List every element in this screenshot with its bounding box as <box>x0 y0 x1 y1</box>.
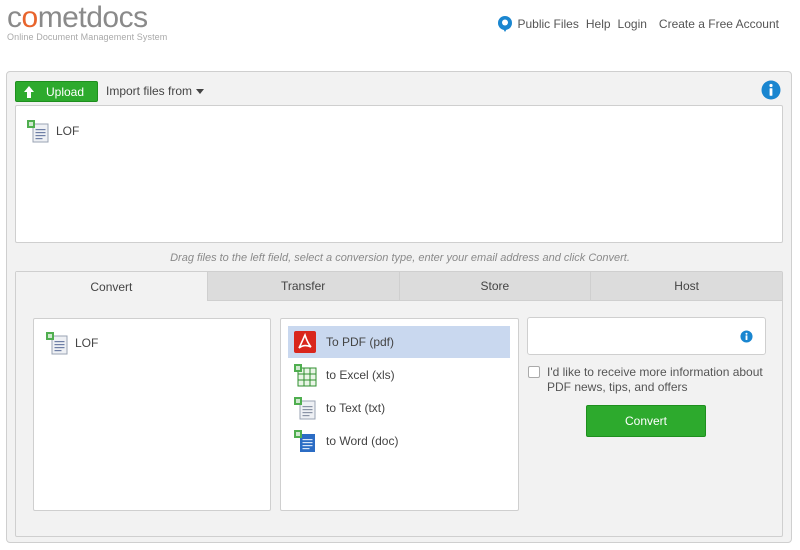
text-icon <box>294 397 316 420</box>
instructions-hint: Drag files to the left field, select a c… <box>170 252 630 264</box>
word-icon <box>294 430 315 452</box>
info-icon[interactable] <box>761 80 781 100</box>
file-name: LOF <box>75 336 99 350</box>
optin-checkbox[interactable] <box>528 366 540 378</box>
top-nav: Public Files Help Login Create a Free Ac… <box>497 16 779 32</box>
logo-tagline: Online Document Management System <box>7 32 168 42</box>
main-panel: Upload Import files from LOF Drag files … <box>6 71 792 543</box>
public-files-link[interactable]: Public Files <box>518 17 579 31</box>
info-icon[interactable] <box>740 330 753 343</box>
selected-files-list[interactable]: LOF <box>33 318 271 511</box>
import-label: Import files from <box>106 84 193 98</box>
tabs-panel: Convert Transfer Store Host LOF To PDF (… <box>15 271 783 537</box>
conversion-option-pdf[interactable]: To PDF (pdf) <box>288 326 510 358</box>
login-link[interactable]: Login <box>618 17 647 31</box>
email-field-wrapper <box>527 317 766 355</box>
newsletter-optin: I'd like to receive more information abo… <box>528 365 768 395</box>
create-account-link[interactable]: Create a Free Account <box>659 17 779 31</box>
caret-down-icon <box>196 88 205 94</box>
upload-label: Upload <box>46 84 85 99</box>
conversion-label: to Text (txt) <box>326 401 386 415</box>
help-link[interactable]: Help <box>586 17 611 31</box>
conversion-label: To PDF (pdf) <box>326 335 395 349</box>
excel-icon <box>294 364 317 387</box>
conversion-option-text[interactable]: to Text (txt) <box>288 392 510 424</box>
conversion-label: to Excel (xls) <box>326 368 395 382</box>
conversion-option-excel[interactable]: to Excel (xls) <box>288 359 510 391</box>
file-item[interactable]: LOF <box>26 119 79 143</box>
convert-button[interactable]: Convert <box>586 405 706 437</box>
email-field[interactable] <box>528 318 728 352</box>
logo-text: cometdocs <box>7 1 148 34</box>
tab-transfer[interactable]: Transfer <box>206 272 399 301</box>
conversion-label: to Word (doc) <box>326 434 399 448</box>
conversion-type-list: To PDF (pdf) to Excel (xls) to Text (txt… <box>280 318 519 511</box>
conversion-option-word[interactable]: to Word (doc) <box>288 425 510 457</box>
upload-dropzone[interactable]: LOF <box>15 105 783 243</box>
upload-button[interactable]: Upload <box>15 81 98 102</box>
tab-host[interactable]: Host <box>590 272 782 301</box>
tab-convert[interactable]: Convert <box>16 272 207 301</box>
cometdocs-logo[interactable]: cometdocs Online Document Management Sys… <box>7 1 168 43</box>
document-file-icon <box>46 332 68 355</box>
optin-label[interactable]: I'd like to receive more information abo… <box>547 365 768 395</box>
pdf-icon <box>294 331 316 353</box>
header: cometdocs Online Document Management Sys… <box>0 0 800 60</box>
document-file-icon <box>27 120 49 143</box>
file-name: LOF <box>56 124 80 138</box>
list-item[interactable]: LOF <box>45 331 98 355</box>
arrow-up-icon <box>24 85 34 98</box>
tab-store[interactable]: Store <box>398 272 591 301</box>
location-pin-icon <box>497 16 512 32</box>
import-files-dropdown[interactable]: Import files from <box>106 84 205 98</box>
tab-bar: Convert Transfer Store Host <box>16 272 782 301</box>
